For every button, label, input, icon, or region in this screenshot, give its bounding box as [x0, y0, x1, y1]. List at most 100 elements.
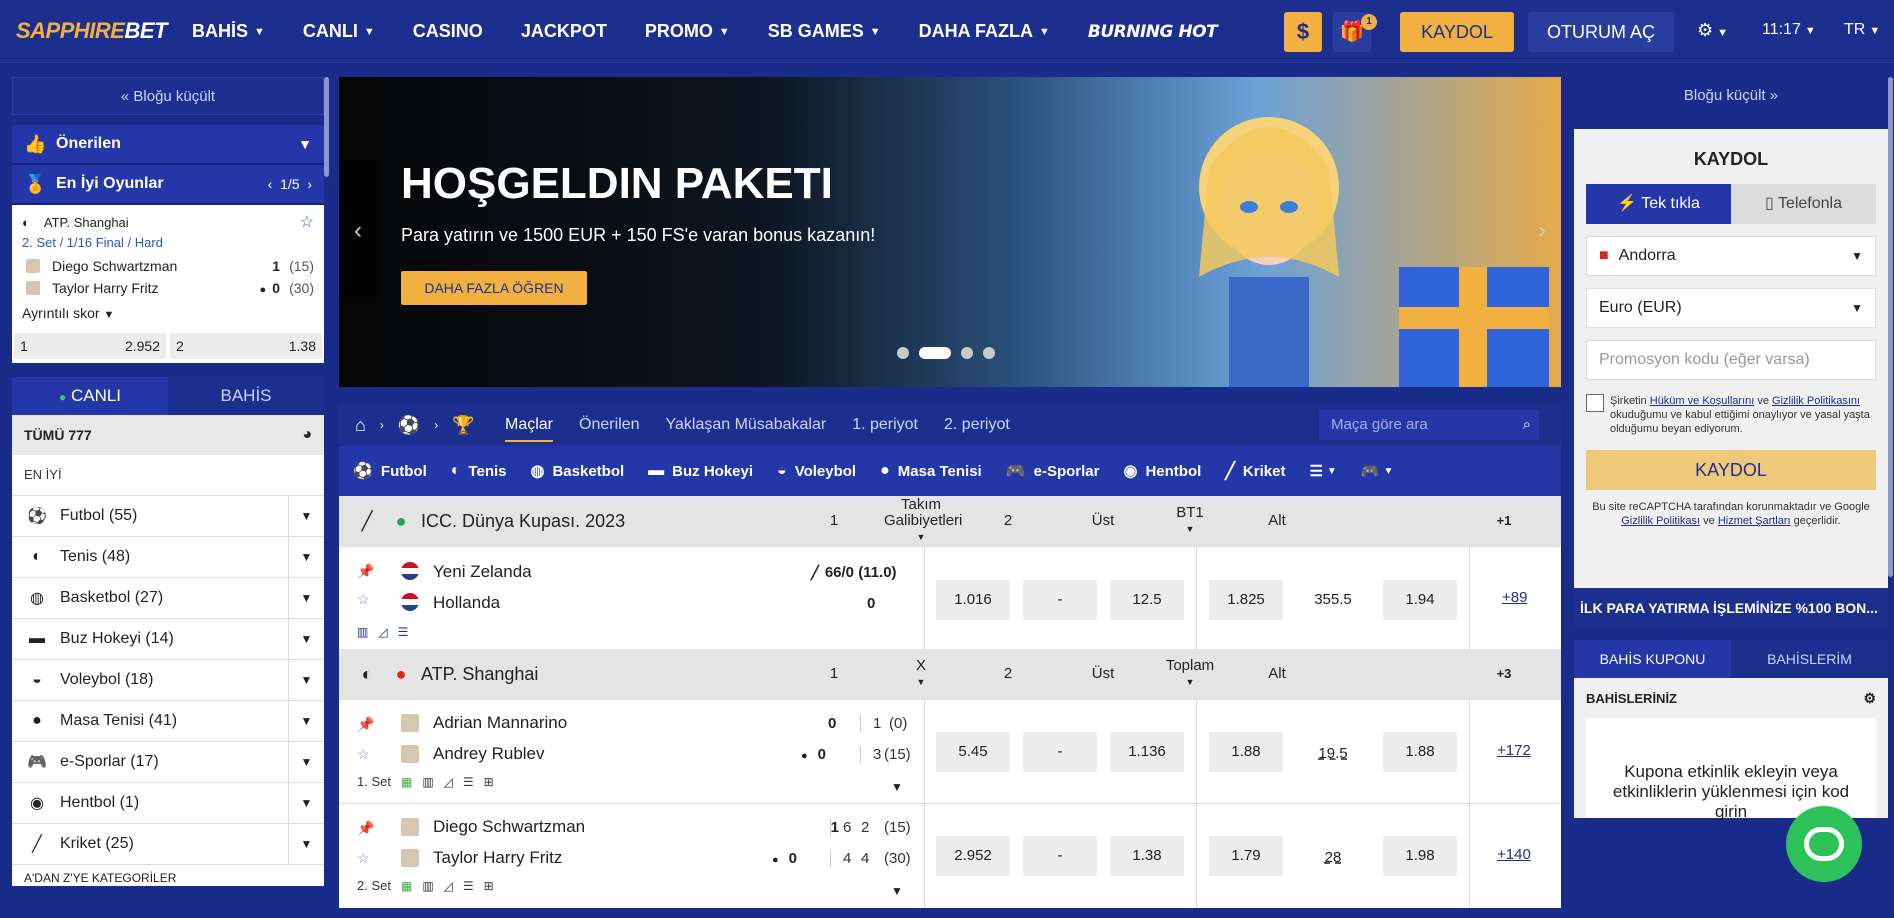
sidebar-sport-masa-tenisi[interactable]: ● Masa Tenisi (41) ▼ — [12, 700, 324, 742]
nav-sb-games[interactable]: SB GAMES ▼ — [768, 21, 881, 42]
odd-button[interactable]: 1.016 — [936, 580, 1010, 620]
stats-icon[interactable]: ▥ — [422, 879, 433, 893]
odd-button[interactable]: 1.38 — [1110, 836, 1184, 876]
stats-icon[interactable]: ▥ — [357, 625, 368, 639]
banner-dot-active[interactable] — [919, 347, 951, 359]
odd-button[interactable]: 1.825 — [1209, 580, 1283, 620]
chevron-down-icon[interactable]: ▼ — [288, 577, 324, 619]
tab-prematch[interactable]: BAHİS — [168, 377, 324, 415]
chevron-down-icon[interactable]: ▼ — [288, 823, 324, 865]
promo-code-input[interactable]: Promosyon kodu (eğer varsa) — [1586, 340, 1876, 380]
more-sports-button[interactable]: ☰ ▼ — [1309, 462, 1336, 480]
odd-button[interactable]: 1.88 — [1383, 732, 1457, 772]
gear-icon[interactable]: ⚙ — [1863, 690, 1876, 707]
chevron-down-icon[interactable]: ▼ — [288, 741, 324, 783]
gift-button[interactable]: 🎁 1 — [1333, 12, 1377, 52]
odd-button[interactable]: 2.952 — [936, 836, 1010, 876]
sidebar-sport-voleybol[interactable]: ◒ Voleybol (18) ▼ — [12, 659, 324, 701]
tab-bet-slip[interactable]: BAHİS KUPONU — [1574, 640, 1731, 678]
collapse-left-button[interactable]: « Bloğu küçült — [12, 77, 324, 115]
recommended-header[interactable]: 👍 Önerilen ▼ — [12, 125, 324, 165]
games-menu-button[interactable]: 🎮 ▼ — [1361, 462, 1394, 480]
odd-button[interactable]: - — [1023, 732, 1097, 772]
chevron-down-icon[interactable]: ▼ — [288, 700, 324, 742]
court-icon[interactable]: ⊞ — [484, 775, 494, 789]
sidebar-sport-e-sporlar[interactable]: 🎮 e-Sporlar (17) ▼ — [12, 741, 324, 783]
odd-1-button[interactable]: 1 2.952 — [14, 333, 166, 359]
promo-banner[interactable]: ‹ › HOŞGELDIN PAKETI Para yatırın ve 150… — [339, 77, 1561, 387]
nav-bahis[interactable]: BAHİS ▼ — [192, 21, 265, 42]
odd-2-button[interactable]: 2 1.38 — [170, 333, 322, 359]
league-name[interactable]: ICC. Dünya Kupası. 2023 — [421, 511, 625, 532]
terms-link[interactable]: Hüküm ve Koşullarını — [1650, 395, 1755, 407]
categories-a-z[interactable]: A'DAN Z'YE KATEGORİLER — [12, 864, 324, 886]
chevron-down-icon[interactable]: ▼ — [288, 659, 324, 701]
filter-basketbol[interactable]: ◍ Basketbol — [531, 461, 625, 481]
tab-one-click[interactable]: ⚡ Tek tıkla — [1586, 184, 1731, 224]
chart-icon[interactable]: ◿ — [444, 775, 453, 789]
field-icon[interactable]: ▦ — [401, 879, 412, 893]
all-events-row[interactable]: TÜMÜ 777 ◕ — [12, 415, 324, 455]
filter-buz-hokeyi[interactable]: ▬ Buz Hokeyi — [648, 462, 753, 480]
filter-kriket[interactable]: ╱ Kriket — [1225, 461, 1285, 481]
filter-tenis[interactable]: ◐ Tenis — [451, 462, 507, 480]
nav-jackpot[interactable]: JACKPOT — [521, 21, 607, 42]
terms-checkbox[interactable] — [1586, 394, 1604, 412]
chevron-down-icon[interactable]: ▼ — [288, 536, 324, 578]
register-submit-button[interactable]: KAYDOL — [1586, 450, 1876, 490]
tab-1-periyot[interactable]: 1. periyot — [852, 416, 918, 434]
tab-by-phone[interactable]: ▯ Telefonla — [1731, 184, 1876, 224]
more-markets-link[interactable]: +89 — [1502, 589, 1527, 606]
odd-button[interactable]: - — [1023, 836, 1097, 876]
chart-icon[interactable]: ◿ — [444, 879, 453, 893]
chevron-down-icon[interactable]: ▼ — [288, 782, 324, 824]
trophy-icon[interactable]: 🏆 — [452, 415, 474, 436]
banner-cta-button[interactable]: DAHA FAZLA ÖĞREN — [401, 271, 587, 305]
privacy-link[interactable]: Gizlilik Politikasını — [1772, 395, 1860, 407]
detailed-score-toggle[interactable]: Ayrıntılı skor ▼ — [22, 305, 314, 321]
collapse-right-button[interactable]: Bloğu küçült » — [1574, 77, 1888, 115]
language-selector[interactable]: TR ▼ — [1844, 21, 1880, 39]
filter-voleybol[interactable]: ◒ Voleybol — [777, 462, 856, 480]
odd-button[interactable]: 1.136 — [1110, 732, 1184, 772]
star-icon[interactable]: ☆ — [300, 212, 314, 232]
star-icon[interactable]: ☆ — [357, 850, 370, 867]
sidebar-sport-hentbol[interactable]: ◉ Hentbol (1) ▼ — [12, 782, 324, 824]
sidebar-sport-buz-hokeyi[interactable]: ▬ Buz Hokeyi (14) ▼ — [12, 618, 324, 660]
register-button[interactable]: KAYDOL — [1400, 12, 1514, 52]
league-name[interactable]: ATP. Shanghai — [421, 664, 538, 685]
nav-burning-hot[interactable]: BURNING HOT — [1088, 22, 1218, 42]
col-header-bt1[interactable]: BT1 ▼ — [1153, 496, 1227, 546]
match-row-schwartzman-fritz[interactable]: 📌 ☆ Diego Schwartzman Taylor Harry Fritz… — [339, 803, 1561, 908]
chevron-down-icon[interactable]: ▼ — [288, 618, 324, 660]
col-header-team-wins[interactable]: Takım Galibiyetleri ▼ — [884, 496, 962, 546]
currency-select[interactable]: Euro (EUR) ▼ — [1586, 288, 1876, 328]
banner-next-button[interactable]: › — [1523, 161, 1561, 301]
col-header-x[interactable]: X ▼ — [884, 649, 958, 699]
odd-button[interactable]: 12.5 — [1110, 580, 1184, 620]
chevron-down-icon[interactable]: ▼ — [891, 780, 903, 794]
chevron-down-icon[interactable]: ▼ — [288, 495, 324, 537]
banner-dot[interactable] — [897, 347, 909, 359]
privacy-link[interactable]: Gizlilik Politikası — [1621, 515, 1700, 527]
pin-icon[interactable]: 📌 — [357, 716, 374, 733]
line-value[interactable]: 28 — [1296, 838, 1370, 878]
sidebar-sport-futbol[interactable]: ⚽ Futbol (55) ▼ — [12, 495, 324, 537]
more-markets-link[interactable]: +172 — [1497, 742, 1531, 759]
login-button[interactable]: OTURUM AÇ — [1528, 12, 1674, 52]
star-icon[interactable]: ☆ — [357, 591, 370, 608]
sidebar-sport-basketbol[interactable]: ◍ Basketbol (27) ▼ — [12, 577, 324, 619]
home-icon[interactable]: ⌂ — [355, 415, 366, 436]
right-scrollbar[interactable] — [1888, 77, 1893, 577]
tab-maclar[interactable]: Maçlar — [505, 416, 554, 442]
pin-icon[interactable]: 📌 — [357, 820, 374, 837]
tab-yaklasan[interactable]: Yaklaşan Müsabakalar — [666, 416, 827, 434]
banner-dot[interactable] — [961, 347, 973, 359]
site-logo[interactable]: SAPPHIREBET — [16, 18, 167, 44]
line-value[interactable]: 19.5 — [1296, 734, 1370, 774]
match-row-mannarino-rublev[interactable]: 📌 ☆ Adrian Mannarino Andrey Rublev 0 ● 0 … — [339, 699, 1561, 803]
field-icon[interactable]: ▦ — [401, 775, 412, 789]
odd-button[interactable]: 1.79 — [1209, 836, 1283, 876]
banner-dot[interactable] — [983, 347, 995, 359]
odd-button[interactable]: - — [1023, 580, 1097, 620]
